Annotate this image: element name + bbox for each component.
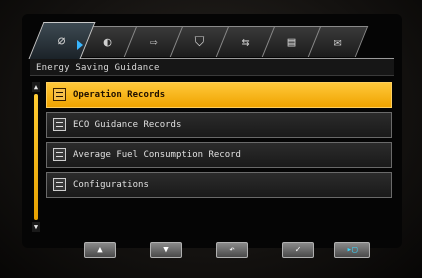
display-screen: ∅ ◐ ⇨ ⛉ ⇆ ▤ ✉ Energy Saving Guidance ▲ ▼ (22, 14, 402, 248)
scroll-down-icon[interactable]: ▼ (32, 222, 40, 232)
scroll-up-icon[interactable]: ▲ (32, 82, 40, 92)
route-icon: ⇆ (241, 34, 250, 50)
leaf-icon: ∅ (57, 33, 66, 49)
menu-item-label: Average Fuel Consumption Record (73, 150, 241, 160)
check-icon: ✓ (295, 245, 301, 255)
fuel-record-icon (53, 148, 66, 161)
arrow-icon: ⇨ (149, 34, 158, 50)
menu-item-configurations[interactable]: Configurations (46, 172, 392, 198)
back-icon: ↶ (229, 245, 235, 255)
menu-item-average-fuel-consumption[interactable]: Average Fuel Consumption Record (46, 142, 392, 168)
softkey-bar: ▲ ▼ ↶ ✓ ▸▢ (0, 236, 422, 260)
chevron-up-icon: ▲ (97, 245, 103, 255)
confirm-button[interactable]: ✓ (282, 242, 314, 258)
scroll-track[interactable] (34, 94, 38, 220)
menu-item-label: Configurations (73, 180, 149, 190)
scrollbar[interactable]: ▲ ▼ (32, 82, 40, 232)
records-icon (53, 88, 66, 101)
menu-item-label: ECO Guidance Records (73, 120, 182, 130)
page-title: Energy Saving Guidance (30, 58, 394, 76)
chevron-down-icon: ▼ (163, 245, 169, 255)
back-button[interactable]: ↶ (216, 242, 248, 258)
scroll-thumb[interactable] (34, 94, 38, 220)
menu-item-label: Operation Records (73, 90, 166, 100)
settings-icon (53, 178, 66, 191)
eco-records-icon (53, 118, 66, 131)
switch-button[interactable]: ▸▢ (334, 242, 370, 258)
active-tab-indicator (77, 40, 83, 50)
tab-bar: ∅ ◐ ⇨ ⛉ ⇆ ▤ ✉ (28, 22, 394, 59)
road-icon: ⛉ (194, 34, 205, 50)
menu-item-eco-guidance-records[interactable]: ECO Guidance Records (46, 112, 392, 138)
car-icon: ◐ (103, 34, 112, 50)
menu-item-operation-records[interactable]: Operation Records (46, 82, 392, 108)
mail-icon: ✉ (333, 34, 342, 50)
switch-icon: ▸▢ (346, 245, 358, 255)
document-icon: ▤ (287, 34, 296, 50)
down-button[interactable]: ▼ (150, 242, 182, 258)
menu-list: Operation Records ECO Guidance Records A… (46, 82, 392, 202)
up-button[interactable]: ▲ (84, 242, 116, 258)
